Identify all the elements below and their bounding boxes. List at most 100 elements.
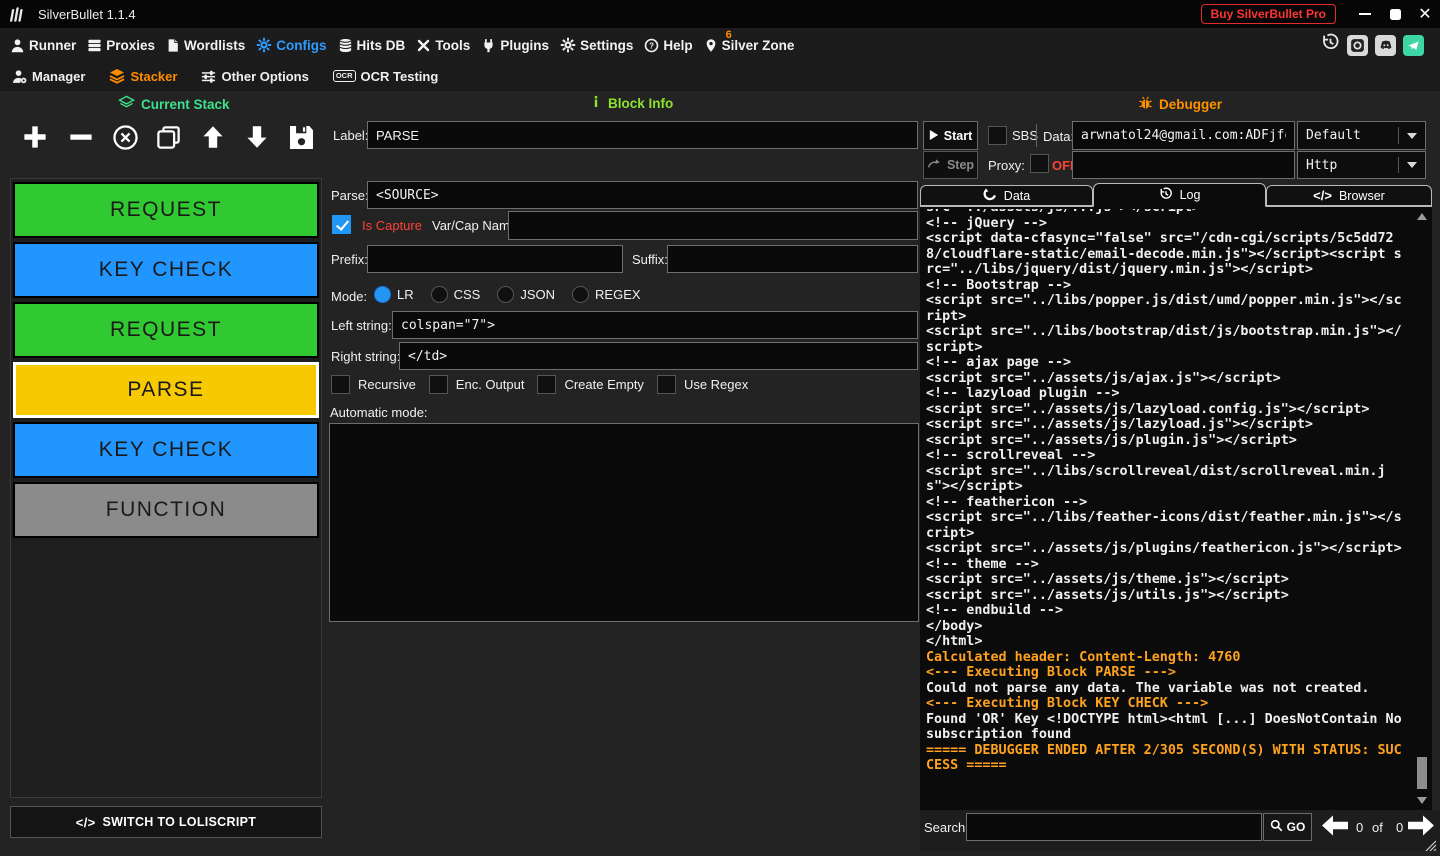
automatic-mode-textarea[interactable] (329, 423, 919, 622)
enc-output-checkbox[interactable] (429, 375, 448, 394)
menu-item-label: Wordlists (184, 38, 245, 53)
prefix-input[interactable] (367, 245, 623, 273)
log-line: <--- Executing Block PARSE ---> (926, 665, 1408, 681)
close-button[interactable]: ✕ (1410, 0, 1440, 28)
left-string-input[interactable] (392, 311, 918, 339)
help-icon: ? (644, 38, 659, 53)
create-empty-option[interactable]: Create Empty (537, 375, 643, 394)
mode-option-label: CSS (454, 287, 481, 302)
menu-item-hits-db[interactable]: Hits DB (338, 38, 406, 53)
history-icon[interactable] (1321, 33, 1340, 57)
log-line: <!-- scrollreveal --> (926, 448, 1408, 464)
parse-label: Parse: (331, 188, 369, 203)
step-button[interactable]: Step (923, 151, 978, 179)
duplicate-block-button[interactable] (155, 124, 182, 151)
code-icon: </> (1313, 188, 1332, 203)
subnav-item-ocr-testing[interactable]: OCR OCR Testing (333, 69, 438, 84)
scroll-down-icon[interactable] (1417, 797, 1427, 804)
regex-radio[interactable] (572, 286, 589, 303)
main-menu-bar: Runner Proxies Wordlists Configs Hits DB… (0, 28, 1440, 62)
menu-item-proxies[interactable]: Proxies (87, 38, 155, 53)
start-button[interactable]: Start (923, 121, 978, 150)
menu-item-wordlists[interactable]: Wordlists (166, 38, 245, 53)
proxy-type-dropdown[interactable]: Http (1297, 151, 1426, 179)
step-arrow-icon (927, 158, 942, 173)
remove-block-button[interactable] (66, 122, 96, 152)
log-line: <!-- theme --> (926, 557, 1408, 573)
menu-item-silver-zone[interactable]: 6 Silver Zone (704, 38, 795, 53)
enc-output-option[interactable]: Enc. Output (429, 375, 525, 394)
mode-option-label: JSON (520, 287, 555, 302)
menu-item-tools[interactable]: Tools (416, 38, 470, 53)
menu-item-runner[interactable]: Runner (10, 38, 76, 53)
clear-blocks-button[interactable] (112, 124, 139, 151)
is-capture-checkbox[interactable] (332, 215, 351, 234)
log-line: <script src="../assets/js/lazyload.js"><… (926, 417, 1408, 433)
mode-option-css[interactable]: CSS (431, 286, 481, 303)
suffix-input[interactable] (667, 245, 918, 273)
recursive-option[interactable]: Recursive (331, 375, 416, 394)
move-down-button[interactable] (243, 123, 271, 151)
recursive-checkbox[interactable] (331, 375, 350, 394)
subnav-item-manager[interactable]: Manager (12, 69, 85, 84)
log-scrollbar[interactable] (1415, 210, 1430, 807)
subnav-item-label: Stacker (130, 69, 177, 84)
menu-item-help[interactable]: ? Help (644, 38, 692, 53)
stack-block[interactable]: REQUEST (13, 302, 319, 358)
discord-icon[interactable] (1375, 35, 1396, 56)
camera-icon[interactable] (1347, 35, 1368, 56)
resize-grip[interactable] (1425, 838, 1437, 856)
scrollbar-thumb[interactable] (1417, 757, 1427, 789)
tab-data[interactable]: Data (920, 185, 1093, 206)
telegram-icon[interactable] (1403, 35, 1424, 56)
create-empty-checkbox[interactable] (537, 375, 556, 394)
add-block-button[interactable] (20, 122, 50, 152)
tab-log[interactable]: Log (1093, 183, 1266, 207)
log-output: src="../assets/js/...js"></script><!-- j… (926, 209, 1408, 808)
proxy-checkbox[interactable] (1030, 154, 1049, 173)
stack-block[interactable]: KEY CHECK (13, 242, 319, 298)
maximize-button[interactable] (1380, 0, 1410, 28)
menu-item-settings[interactable]: Settings (560, 37, 633, 53)
mode-option-regex[interactable]: REGEX (572, 286, 641, 303)
current-stack-header: Current Stack (118, 95, 230, 113)
parse-source-input[interactable] (367, 181, 918, 209)
save-stack-button[interactable] (287, 123, 316, 152)
mode-option-lr[interactable]: LR (374, 286, 414, 303)
switch-to-loliscript-button[interactable]: </> SWITCH TO LOLISCRIPT (10, 806, 322, 838)
scroll-up-icon[interactable] (1417, 213, 1427, 220)
stack-block[interactable]: PARSE (13, 362, 319, 418)
buy-pro-button[interactable]: Buy SilverBullet Pro (1201, 4, 1336, 24)
previous-match-button[interactable] (1322, 815, 1348, 841)
layers-icon (109, 68, 125, 84)
right-string-input[interactable] (399, 342, 918, 370)
mode-option-json[interactable]: JSON (497, 286, 555, 303)
use-regex-checkbox[interactable] (657, 375, 676, 394)
stack-block[interactable]: FUNCTION (13, 482, 319, 538)
search-input[interactable] (966, 813, 1262, 841)
menu-item-configs[interactable]: Configs (256, 37, 326, 53)
minimize-button[interactable] (1350, 0, 1380, 28)
lr-radio[interactable] (374, 286, 391, 303)
menu-item-label: Settings (580, 38, 633, 53)
varcap-name-input[interactable] (508, 211, 918, 240)
sbs-checkbox[interactable] (988, 126, 1007, 145)
css-radio[interactable] (431, 286, 448, 303)
search-go-button[interactable]: GO (1263, 813, 1312, 841)
proxy-input[interactable] (1072, 151, 1295, 179)
history-icon (1159, 187, 1173, 204)
wordlist-type-dropdown[interactable]: Default (1297, 121, 1426, 150)
subnav-item-other-options[interactable]: Other Options (201, 69, 308, 84)
block-label-input[interactable] (367, 121, 918, 149)
menu-item-plugins[interactable]: Plugins (481, 38, 549, 53)
use-regex-option[interactable]: Use Regex (657, 375, 748, 394)
move-up-button[interactable] (199, 123, 227, 151)
menu-item-label: Runner (29, 38, 76, 53)
current-stack-panel: REQUEST KEY CHECK REQUEST PARSE KEY CHEC… (10, 178, 322, 798)
stack-block[interactable]: REQUEST (13, 182, 319, 238)
json-radio[interactable] (497, 286, 514, 303)
debug-data-input[interactable] (1072, 121, 1295, 150)
tab-browser[interactable]: </> Browser (1266, 185, 1432, 206)
subnav-item-stacker[interactable]: Stacker (109, 68, 177, 84)
stack-block[interactable]: KEY CHECK (13, 422, 319, 478)
